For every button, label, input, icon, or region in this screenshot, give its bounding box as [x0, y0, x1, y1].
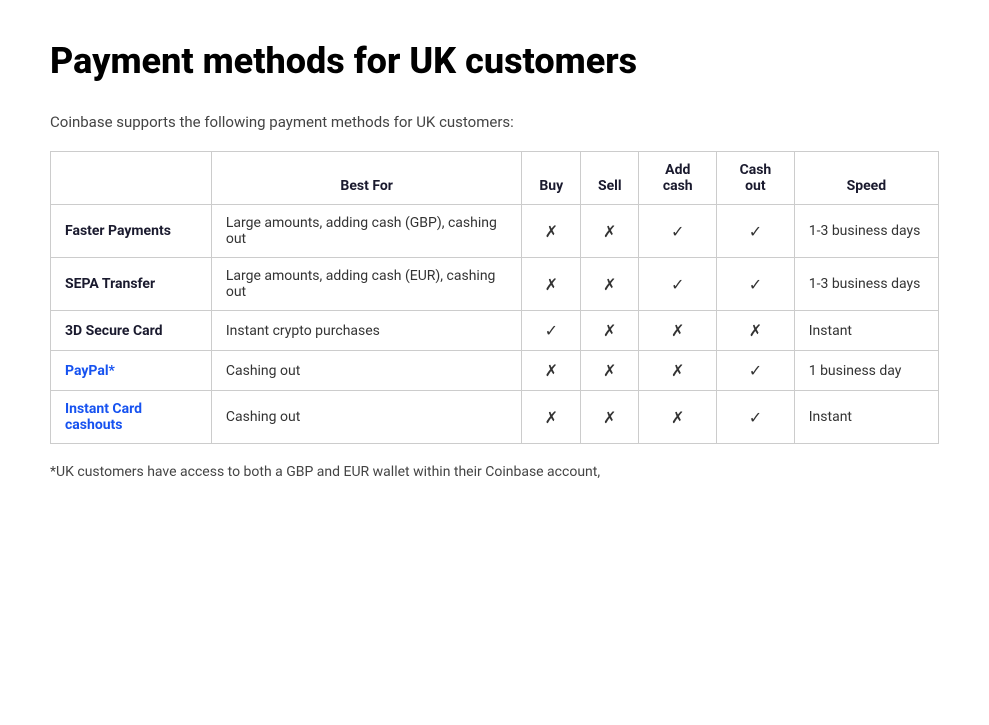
subtitle: Coinbase supports the following payment …: [50, 113, 939, 131]
cell-sell-0: ✗: [581, 205, 639, 258]
cell-sell-1: ✗: [581, 258, 639, 311]
cell-addcash-2: ✗: [639, 311, 717, 351]
cell-addcash-4: ✗: [639, 391, 717, 444]
cell-cashout-0: ✓: [717, 205, 795, 258]
cell-name-4: Instant Card cashouts: [51, 391, 212, 444]
payment-methods-table: Best For Buy Sell Add cash Cash out Spee…: [50, 151, 939, 444]
header-cash-out: Cash out: [717, 152, 795, 205]
table-row: SEPA TransferLarge amounts, adding cash …: [51, 258, 939, 311]
footnote: *UK customers have access to both a GBP …: [50, 464, 939, 480]
table-row: 3D Secure CardInstant crypto purchases✓✗…: [51, 311, 939, 351]
cell-sell-3: ✗: [581, 351, 639, 391]
table-header-row: Best For Buy Sell Add cash Cash out Spee…: [51, 152, 939, 205]
cell-addcash-0: ✓: [639, 205, 717, 258]
cell-name-2: 3D Secure Card: [51, 311, 212, 351]
cell-buy-1: ✗: [522, 258, 581, 311]
cell-bestfor-0: Large amounts, adding cash (GBP), cashin…: [211, 205, 522, 258]
cell-speed-3: 1 business day: [794, 351, 938, 391]
header-speed: Speed: [794, 152, 938, 205]
page-title: Payment methods for UK customers: [50, 40, 939, 83]
header-add-cash: Add cash: [639, 152, 717, 205]
table-row: Faster PaymentsLarge amounts, adding cas…: [51, 205, 939, 258]
cell-buy-4: ✗: [522, 391, 581, 444]
cell-bestfor-1: Large amounts, adding cash (EUR), cashin…: [211, 258, 522, 311]
cell-addcash-1: ✓: [639, 258, 717, 311]
cell-buy-3: ✗: [522, 351, 581, 391]
table-row: PayPal*Cashing out✗✗✗✓1 business day: [51, 351, 939, 391]
cell-speed-1: 1-3 business days: [794, 258, 938, 311]
header-buy: Buy: [522, 152, 581, 205]
cell-cashout-3: ✓: [717, 351, 795, 391]
cell-sell-2: ✗: [581, 311, 639, 351]
table-row: Instant Card cashoutsCashing out✗✗✗✓Inst…: [51, 391, 939, 444]
cell-name-1: SEPA Transfer: [51, 258, 212, 311]
header-name: [51, 152, 212, 205]
cell-bestfor-2: Instant crypto purchases: [211, 311, 522, 351]
cell-speed-0: 1-3 business days: [794, 205, 938, 258]
cell-cashout-2: ✗: [717, 311, 795, 351]
cell-buy-2: ✓: [522, 311, 581, 351]
cell-speed-4: Instant: [794, 391, 938, 444]
header-sell: Sell: [581, 152, 639, 205]
cell-speed-2: Instant: [794, 311, 938, 351]
header-bestfor: Best For: [211, 152, 522, 205]
cell-buy-0: ✗: [522, 205, 581, 258]
cell-name-0: Faster Payments: [51, 205, 212, 258]
cell-cashout-4: ✓: [717, 391, 795, 444]
cell-sell-4: ✗: [581, 391, 639, 444]
cell-bestfor-3: Cashing out: [211, 351, 522, 391]
cell-cashout-1: ✓: [717, 258, 795, 311]
cell-bestfor-4: Cashing out: [211, 391, 522, 444]
cell-name-3: PayPal*: [51, 351, 212, 391]
cell-addcash-3: ✗: [639, 351, 717, 391]
